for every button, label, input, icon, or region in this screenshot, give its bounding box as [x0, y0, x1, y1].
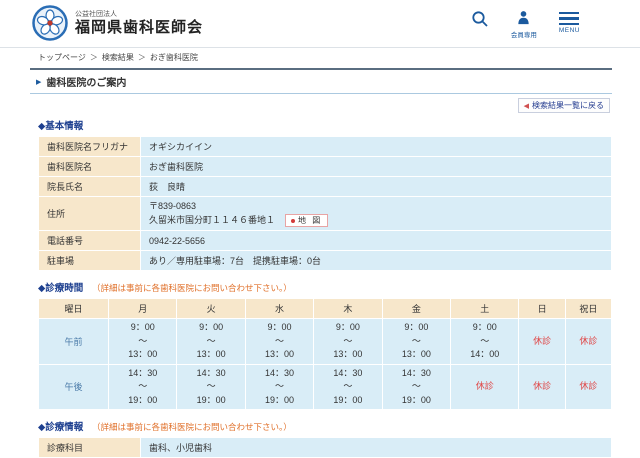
subjects-value: 歯科、小児歯科 [141, 438, 612, 458]
subjects-label: 診療科目 [39, 438, 141, 458]
table-row: 診療科目 歯科、小児歯科 [39, 438, 612, 458]
back-link-label: 検索結果一覧に戻る [532, 100, 604, 111]
treatment-heading-text: ◆診療情報 [38, 422, 83, 433]
am-label: 午前 [39, 319, 109, 365]
basic-info-heading: ◆基本情報 [38, 118, 612, 132]
address-label: 住所 [39, 197, 141, 231]
page-title: 歯科医院のご案内 [46, 74, 126, 89]
am-wed: 9：00 ～ 13：00 [245, 319, 313, 365]
breadcrumb-separator: ＞ [90, 53, 98, 62]
pm-mon: 14：30 ～ 19：00 [109, 364, 177, 410]
col-mon: 月 [109, 299, 177, 319]
treatment-note: （詳細は事前に各歯科医院にお問い合わせ下さい。） [92, 422, 292, 432]
site-logo-block[interactable]: 公益社団法人 福岡県歯科医師会 [32, 5, 203, 43]
hours-pm-row: 午後 14：30 ～ 19：00 14：30 ～ 19：00 14：30 ～ 1… [39, 364, 612, 410]
furigana-value: オギシカイイン [141, 137, 612, 157]
hamburger-icon [559, 10, 579, 26]
table-row: 院長氏名 荻 良晴 [39, 177, 612, 197]
director-label: 院長氏名 [39, 177, 141, 197]
pm-label: 午後 [39, 364, 109, 410]
back-to-results-link[interactable]: ◀ 検索結果一覧に戻る [518, 98, 610, 113]
col-fri: 金 [382, 299, 450, 319]
map-button[interactable]: 地 図 [285, 214, 328, 227]
address-value: 〒839-0863 久留米市国分町１１４６番地１ 地 図 [141, 197, 612, 231]
am-thu: 9：00 ～ 13：00 [314, 319, 382, 365]
hours-heading: ◆診療時間 （詳細は事前に各歯科医院にお問い合わせ下さい。） [38, 280, 612, 294]
table-row: 住所 〒839-0863 久留米市国分町１１４６番地１ 地 図 [39, 197, 612, 231]
breadcrumb-current: おぎ歯科医院 [150, 53, 198, 62]
org-type-label: 公益社団法人 [75, 11, 203, 19]
hours-am-row: 午前 9：00 ～ 13：00 9：00 ～ 13：00 9：00 ～ 13：0… [39, 319, 612, 365]
breadcrumb: トップページ ＞ 検索結果 ＞ おぎ歯科医院 [0, 48, 640, 67]
menu-label: MENU [559, 27, 580, 34]
title-arrow-icon: ▶ [36, 78, 41, 86]
am-fri: 9：00 ～ 13：00 [382, 319, 450, 365]
phone-value: 0942-22-5656 [141, 231, 612, 251]
col-sun: 日 [519, 299, 565, 319]
header-actions: 会員専用 MENU [471, 10, 580, 39]
col-thu: 木 [314, 299, 382, 319]
director-value: 荻 良晴 [141, 177, 612, 197]
pm-sun-closed: 休診 [519, 364, 565, 410]
clinic-name-value: おぎ歯科医院 [141, 157, 612, 177]
pm-wed: 14：30 ～ 19：00 [245, 364, 313, 410]
treatment-heading: ◆診療情報 （詳細は事前に各歯科医院にお問い合わせ下さい。） [38, 419, 612, 433]
hours-note: （詳細は事前に各歯科医院にお問い合わせ下さい。） [92, 283, 292, 293]
members-only-button[interactable]: 会員専用 [511, 10, 537, 39]
am-tue: 9：00 ～ 13：00 [177, 319, 245, 365]
col-holiday: 祝日 [565, 299, 611, 319]
pm-holiday-closed: 休診 [565, 364, 611, 410]
col-wed: 水 [245, 299, 313, 319]
col-day: 曜日 [39, 299, 109, 319]
parking-label: 駐車場 [39, 251, 141, 271]
table-row: 電話番号 0942-22-5656 [39, 231, 612, 251]
site-header: 公益社団法人 福岡県歯科医師会 会員専用 MENU [0, 0, 640, 48]
search-icon [471, 10, 489, 30]
postal-code: 〒839-0863 [149, 200, 603, 214]
pm-sat-closed: 休診 [451, 364, 519, 410]
am-sat: 9：00 ～ 14：00 [451, 319, 519, 365]
am-holiday-closed: 休診 [565, 319, 611, 365]
col-tue: 火 [177, 299, 245, 319]
back-arrow-icon: ◀ [524, 102, 529, 110]
hours-section: ◆診療時間 （詳細は事前に各歯科医院にお問い合わせ下さい。） 曜日 月 火 水 … [38, 280, 612, 410]
pm-thu: 14：30 ～ 19：00 [314, 364, 382, 410]
hours-header-row: 曜日 月 火 水 木 金 土 日 祝日 [39, 299, 612, 319]
basic-info-table: 歯科医院名フリガナ オギシカイイン 歯科医院名 おぎ歯科医院 院長氏名 荻 良晴… [38, 136, 612, 271]
hours-table: 曜日 月 火 水 木 金 土 日 祝日 午前 9：00 ～ 13：00 9：00… [38, 298, 612, 410]
map-button-label: 地 図 [298, 215, 322, 226]
menu-button[interactable]: MENU [559, 10, 580, 35]
page-title-bar: ▶ 歯科医院のご案内 [30, 68, 612, 94]
members-only-label: 会員専用 [511, 29, 537, 39]
street-address: 久留米市国分町１１４６番地１ [149, 215, 275, 225]
furigana-label: 歯科医院名フリガナ [39, 137, 141, 157]
pm-fri: 14：30 ～ 19：00 [382, 364, 450, 410]
breadcrumb-search-results-link[interactable]: 検索結果 [102, 53, 134, 62]
site-title: 福岡県歯科医師会 [75, 19, 203, 37]
col-sat: 土 [451, 299, 519, 319]
table-row: 歯科医院名 おぎ歯科医院 [39, 157, 612, 177]
association-logo-icon [32, 5, 68, 43]
street-address-line: 久留米市国分町１１４６番地１ 地 図 [149, 214, 603, 228]
pm-tue: 14：30 ～ 19：00 [177, 364, 245, 410]
breadcrumb-home-link[interactable]: トップページ [38, 53, 86, 62]
map-pin-icon [291, 219, 295, 223]
phone-label: 電話番号 [39, 231, 141, 251]
search-button[interactable] [471, 10, 489, 30]
table-row: 歯科医院名フリガナ オギシカイイン [39, 137, 612, 157]
person-icon [516, 10, 531, 27]
treatment-section: ◆診療情報 （詳細は事前に各歯科医院にお問い合わせ下さい。） 診療科目 歯科、小… [38, 419, 612, 458]
clinic-name-label: 歯科医院名 [39, 157, 141, 177]
treatment-table: 診療科目 歯科、小児歯科 [38, 437, 612, 458]
am-sun-closed: 休診 [519, 319, 565, 365]
basic-info-section: ◆基本情報 歯科医院名フリガナ オギシカイイン 歯科医院名 おぎ歯科医院 院長氏… [38, 118, 612, 271]
hours-heading-text: ◆診療時間 [38, 283, 83, 294]
table-row: 駐車場 あり／専用駐車場：7台 提携駐車場：0台 [39, 251, 612, 271]
am-mon: 9：00 ～ 13：00 [109, 319, 177, 365]
back-link-row: ◀ 検索結果一覧に戻る [30, 98, 610, 113]
breadcrumb-separator: ＞ [138, 53, 146, 62]
parking-value: あり／専用駐車場：7台 提携駐車場：0台 [141, 251, 612, 271]
